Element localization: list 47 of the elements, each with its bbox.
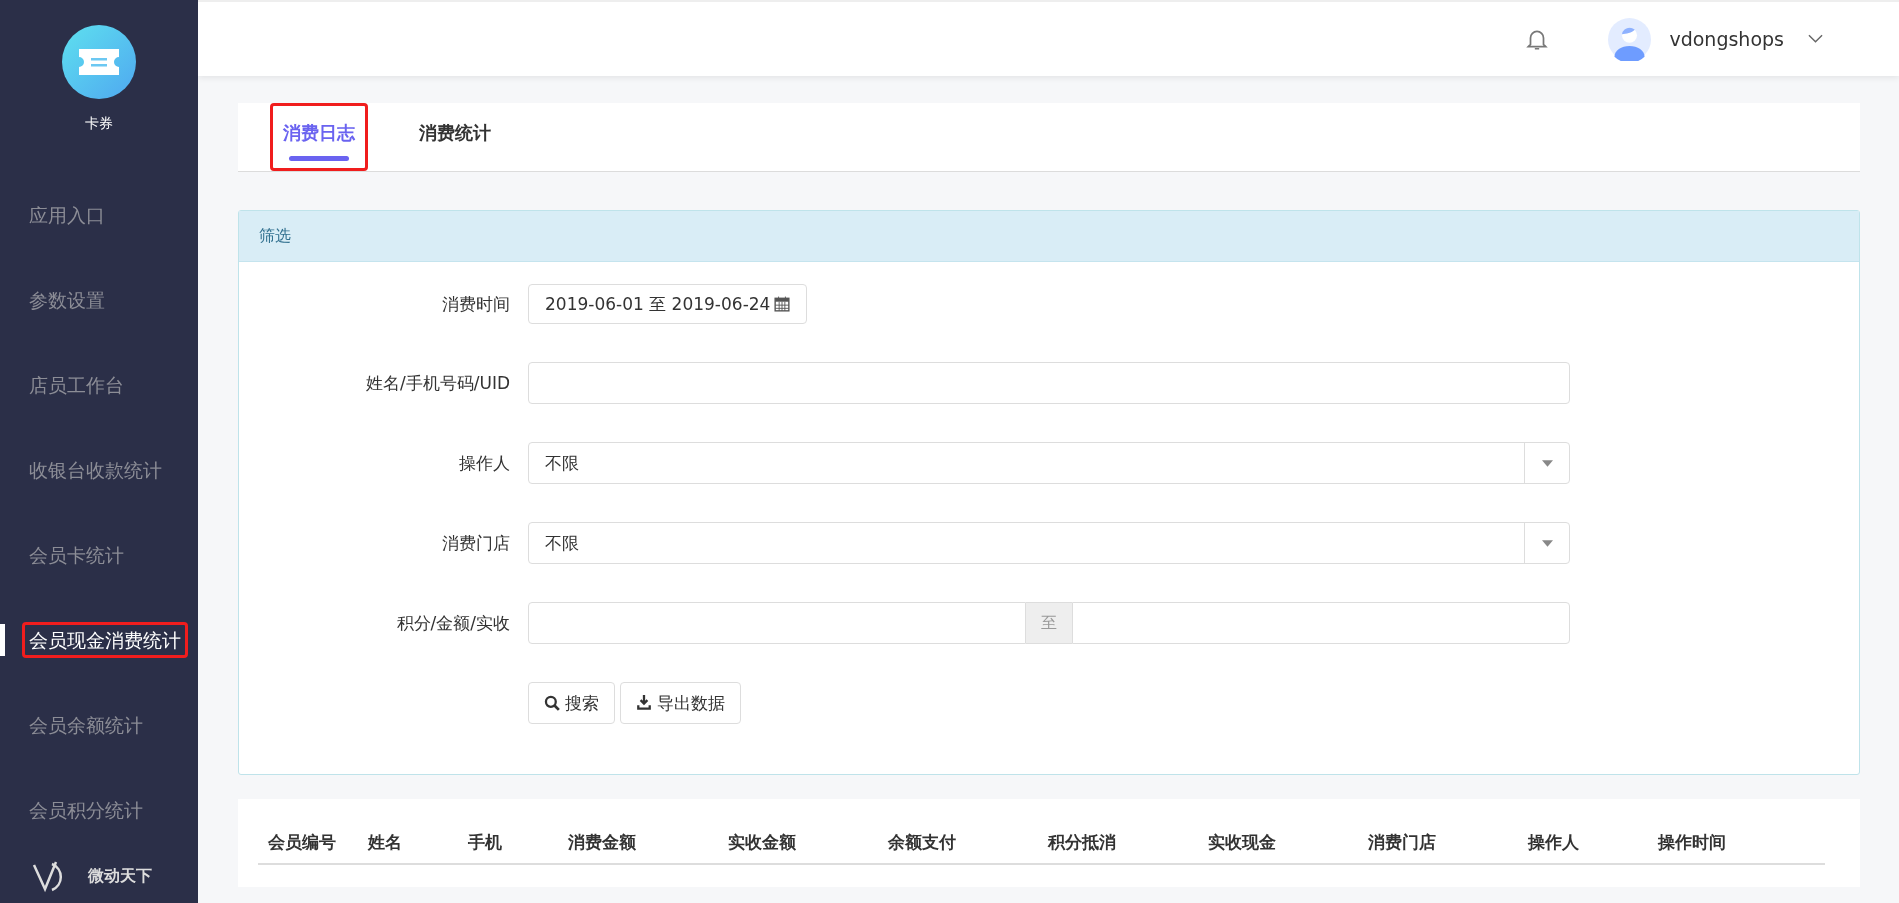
column-header: 实收金额 [727,830,797,854]
column-header: 姓名 [366,830,403,854]
column-header: 消费门店 [1367,830,1437,854]
app-label: 卡券 [85,115,113,133]
column-header: 操作时间 [1656,830,1727,854]
ticket-icon[interactable] [62,25,136,99]
input-field[interactable] [1072,602,1570,644]
input-field[interactable] [528,602,1026,644]
column-header: 实收现金 [1207,830,1277,854]
avatar-icon[interactable] [1608,17,1652,61]
search-icon [544,695,560,711]
user-name[interactable]: vdongshops [1669,28,1784,50]
field-label: 操作人 [458,451,511,475]
column-header: 会员编号 [267,830,337,854]
sidebar-item[interactable]: 应用入口 [22,197,112,233]
field-label: 消费时间 [441,292,511,316]
field-label: 消费门店 [441,531,511,555]
export-button[interactable]: 导出数据 [620,682,741,724]
brand-name: 微动天下 [88,865,152,887]
column-header: 消费金额 [567,830,637,854]
caret-icon [1541,459,1553,467]
tab[interactable]: 消费日志 [270,103,368,171]
sidebar-item[interactable]: 会员现金消费统计 [22,622,188,658]
tab[interactable]: 消费统计 [406,103,504,171]
sidebar-item[interactable]: 店员工作台 [22,367,131,403]
input-field[interactable] [528,362,1570,404]
caret-icon [1541,539,1553,547]
sidebar-item[interactable]: 会员积分统计 [22,792,150,828]
field-label: 姓名/手机号码/UID [365,371,511,395]
calendar-icon [774,296,791,312]
search-button[interactable]: 搜索 [528,682,615,724]
range-separator: 至 [1026,602,1072,644]
dropdown[interactable]: 不限 [528,522,1570,564]
sidebar-item[interactable]: 参数设置 [22,282,112,318]
date-range-field[interactable]: 2019-06-01 至 2019-06-24 [528,284,808,324]
column-header: 余额支付 [887,830,957,854]
column-header: 手机 [467,830,503,854]
field-label: 积分/金额/实收 [395,611,511,635]
sidebar-item[interactable]: 会员余额统计 [22,707,150,743]
column-header: 操作人 [1526,830,1580,854]
sidebar-item[interactable]: 会员卡统计 [22,537,131,573]
download-icon [636,695,652,711]
column-header: 积分抵消 [1046,830,1117,854]
dropdown[interactable]: 不限 [528,442,1570,484]
chevron-down-icon[interactable] [1808,34,1823,44]
sidebar-item[interactable]: 收银台收款统计 [22,452,169,488]
panel-title: 筛选 [259,225,291,247]
